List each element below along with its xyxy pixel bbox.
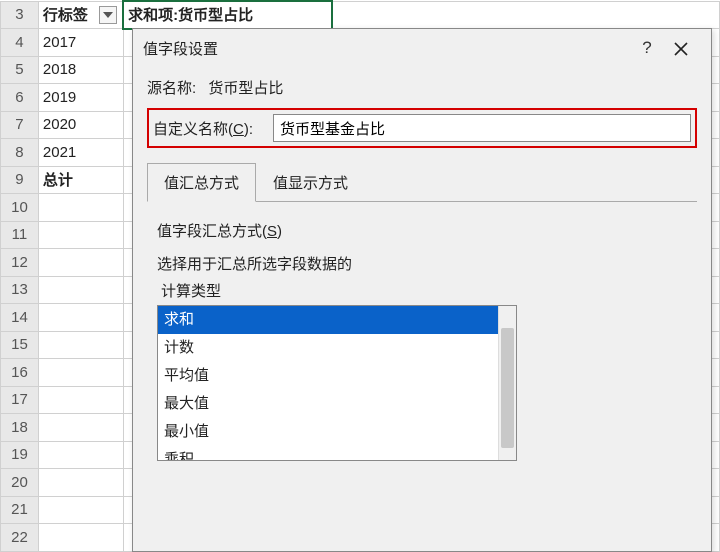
cell[interactable]: 总计 xyxy=(38,166,123,194)
row-header[interactable]: 21 xyxy=(1,496,39,524)
cell[interactable]: 2018 xyxy=(38,56,123,84)
tab-display[interactable]: 值显示方式 xyxy=(256,163,365,202)
row-header[interactable]: 14 xyxy=(1,304,39,332)
source-name-label: 源名称: xyxy=(147,80,196,97)
row-header[interactable]: 8 xyxy=(1,139,39,167)
cell[interactable]: 行标签 xyxy=(38,1,123,29)
cell[interactable] xyxy=(38,304,123,332)
filter-dropdown-button[interactable] xyxy=(99,6,117,24)
custom-name-label: 自定义名称(C): xyxy=(153,118,273,139)
cell[interactable] xyxy=(38,386,123,414)
row-header[interactable]: 16 xyxy=(1,359,39,387)
calc-type-item[interactable]: 乘积 xyxy=(158,446,498,461)
row-header[interactable]: 17 xyxy=(1,386,39,414)
cell[interactable] xyxy=(38,469,123,497)
summary-description: 选择用于汇总所选字段数据的 xyxy=(157,253,687,274)
calc-type-listbox[interactable]: 求和计数平均值最大值最小值乘积 xyxy=(157,305,517,461)
row-header[interactable]: 12 xyxy=(1,249,39,277)
cell[interactable] xyxy=(38,221,123,249)
row-header[interactable]: 20 xyxy=(1,469,39,497)
row-header[interactable]: 11 xyxy=(1,221,39,249)
dialog-tabs: 值汇总方式 值显示方式 xyxy=(147,162,697,202)
cell[interactable] xyxy=(38,359,123,387)
cell[interactable] xyxy=(38,276,123,304)
dialog-title: 值字段设置 xyxy=(143,38,633,59)
cell[interactable]: 2021 xyxy=(38,139,123,167)
calc-type-label: 计算类型 xyxy=(161,280,687,301)
dialog-titlebar: 值字段设置 ? xyxy=(133,29,711,67)
cell[interactable] xyxy=(38,441,123,469)
cell[interactable] xyxy=(38,414,123,442)
cell[interactable]: 2020 xyxy=(38,111,123,139)
calc-type-item[interactable]: 最小值 xyxy=(158,418,498,446)
row-header[interactable]: 13 xyxy=(1,276,39,304)
row-header[interactable]: 9 xyxy=(1,166,39,194)
cell[interactable] xyxy=(38,331,123,359)
row-header[interactable]: 5 xyxy=(1,56,39,84)
row-header[interactable]: 22 xyxy=(1,524,39,552)
tab-summary[interactable]: 值汇总方式 xyxy=(147,163,256,202)
close-icon xyxy=(673,41,689,57)
row-header[interactable]: 6 xyxy=(1,84,39,112)
scrollbar-thumb[interactable] xyxy=(501,328,514,448)
cell[interactable]: 求和项:货币型占比 xyxy=(123,1,332,29)
row-header[interactable]: 19 xyxy=(1,441,39,469)
row-header[interactable]: 4 xyxy=(1,29,39,57)
cell[interactable] xyxy=(38,249,123,277)
calc-type-item[interactable]: 最大值 xyxy=(158,390,498,418)
chevron-down-icon xyxy=(103,12,113,18)
value-field-settings-dialog: 值字段设置 ? 源名称: 货币型占比 自定义名称(C): 值汇总方式 值显示方式… xyxy=(132,28,712,552)
cell[interactable]: 2017 xyxy=(38,29,123,57)
custom-name-row: 自定义名称(C): xyxy=(147,108,697,148)
listbox-scrollbar[interactable] xyxy=(498,306,516,460)
source-name-value: 货币型占比 xyxy=(208,80,283,97)
calc-type-item[interactable]: 平均值 xyxy=(158,362,498,390)
summary-method-label: 值字段汇总方式(S) xyxy=(157,220,687,241)
cell[interactable] xyxy=(38,524,123,552)
row-header[interactable]: 3 xyxy=(1,1,39,29)
row-header[interactable]: 10 xyxy=(1,194,39,222)
cell[interactable] xyxy=(38,496,123,524)
close-button[interactable] xyxy=(661,39,701,56)
row-header[interactable]: 18 xyxy=(1,414,39,442)
custom-name-input[interactable] xyxy=(273,114,691,142)
help-button[interactable]: ? xyxy=(633,38,661,58)
row-header[interactable]: 15 xyxy=(1,331,39,359)
tab-body: 值字段汇总方式(S) 选择用于汇总所选字段数据的 计算类型 求和计数平均值最大值… xyxy=(147,202,697,471)
calc-type-item[interactable]: 计数 xyxy=(158,334,498,362)
calc-type-item[interactable]: 求和 xyxy=(158,306,498,334)
source-name-row: 源名称: 货币型占比 xyxy=(147,71,697,108)
cell[interactable] xyxy=(38,194,123,222)
cell[interactable]: 2019 xyxy=(38,84,123,112)
row-header[interactable]: 7 xyxy=(1,111,39,139)
cell[interactable] xyxy=(332,1,720,29)
